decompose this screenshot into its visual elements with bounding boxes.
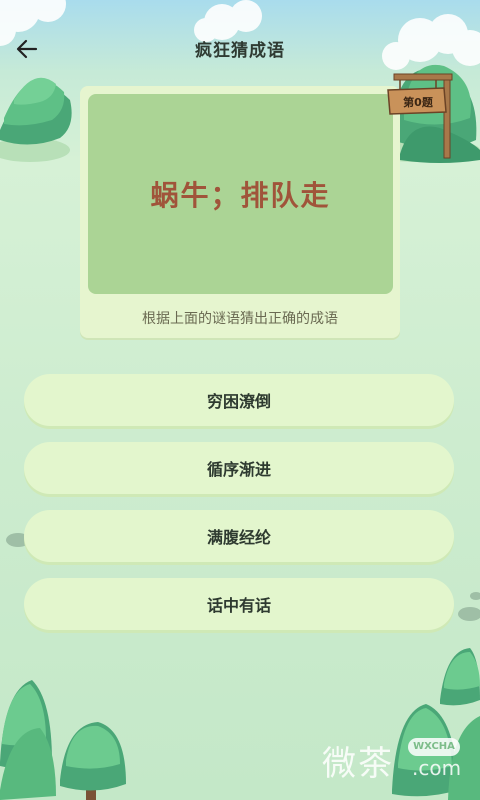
answer-option-2[interactable]: 循序渐进 (24, 442, 454, 494)
riddle-box: 蜗牛；排队走 (88, 94, 393, 294)
watermark-badge: WXCHA (408, 738, 460, 756)
tree-decoration (0, 680, 126, 800)
watermark-domain: .com (412, 756, 462, 780)
level-signpost (387, 73, 453, 159)
answer-option-3[interactable]: 满腹经纶 (24, 510, 454, 562)
answer-option-1[interactable]: 穷困潦倒 (24, 374, 454, 426)
riddle-text: 蜗牛；排队走 (150, 179, 331, 212)
level-label: 第0题 (403, 96, 433, 109)
riddle-panel: 蜗牛；排队走 根据上面的谜语猜出正确的成语 (80, 86, 400, 338)
answer-option-4[interactable]: 话中有话 (24, 578, 454, 630)
watermark-logo: 微茶 (322, 744, 394, 784)
riddle-hint: 根据上面的谜语猜出正确的成语 (142, 311, 338, 327)
page-title: 疯狂猜成语 (195, 41, 285, 61)
